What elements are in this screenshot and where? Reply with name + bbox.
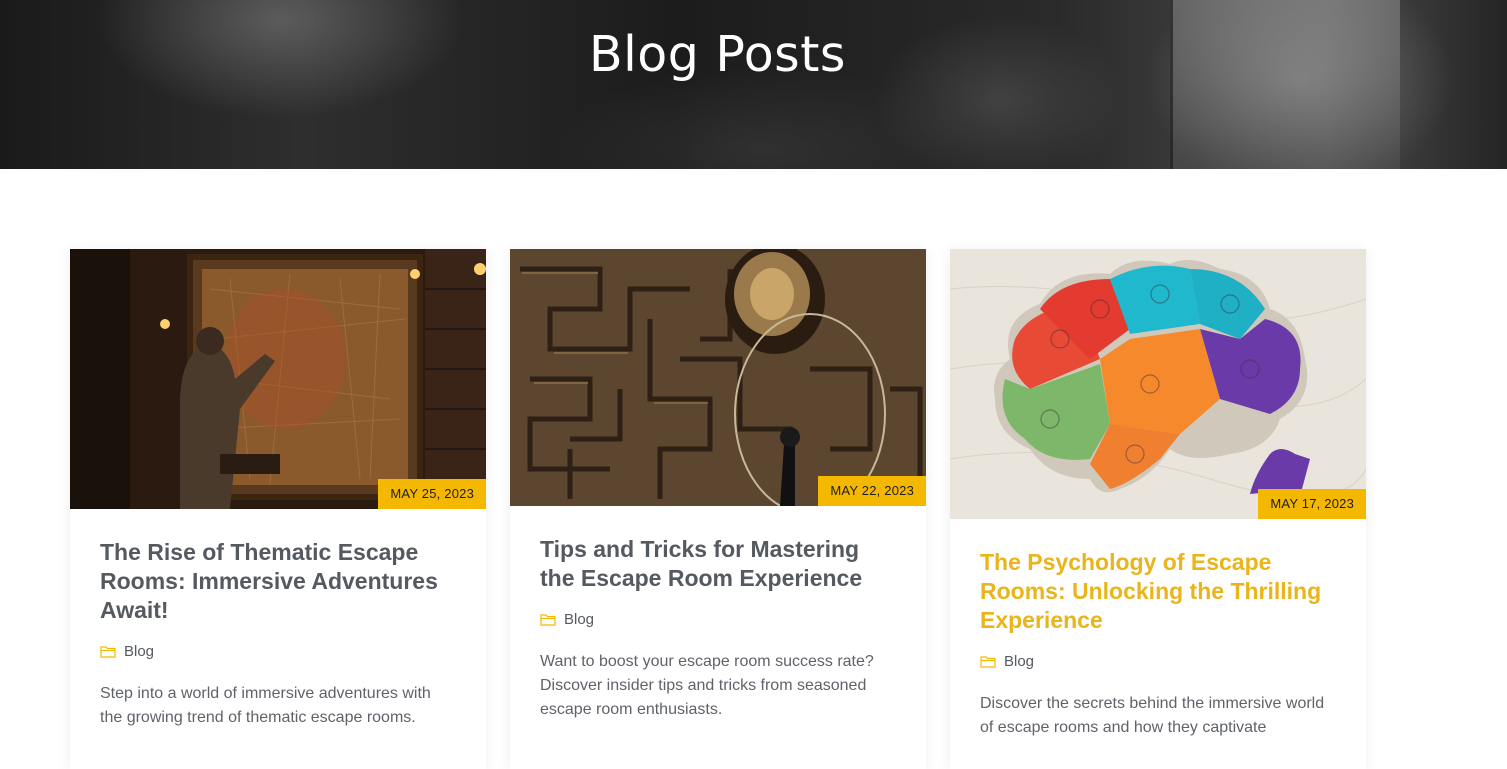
- post-category-link[interactable]: Blog: [980, 653, 1336, 670]
- post-category-label: Blog: [124, 643, 155, 660]
- post-category-link[interactable]: Blog: [540, 611, 896, 628]
- post-date-badge: MAY 22, 2023: [818, 476, 926, 506]
- post-excerpt: Discover the secrets behind the immersiv…: [980, 695, 1325, 736]
- blog-post-card: MAY 17, 2023 The Psychology of Escape Ro…: [950, 249, 1366, 769]
- post-title-link[interactable]: Tips and Tricks for Mastering the Escape…: [540, 535, 896, 593]
- post-thumbnail-map-room[interactable]: MAY 25, 2023: [70, 249, 486, 509]
- post-image: [950, 249, 1366, 519]
- post-title-link[interactable]: The Rise of Thematic Escape Rooms: Immer…: [100, 538, 456, 625]
- blog-post-card: MAY 25, 2023 The Rise of Thematic Escape…: [70, 249, 486, 769]
- page-title: Blog Posts: [589, 26, 846, 83]
- post-excerpt: Want to boost your escape room success r…: [540, 653, 874, 718]
- post-category-link[interactable]: Blog: [100, 643, 456, 660]
- post-date-badge: MAY 25, 2023: [378, 479, 486, 509]
- post-image: [70, 249, 486, 509]
- folder-icon: [980, 656, 996, 668]
- post-title-link[interactable]: The Psychology of Escape Rooms: Unlockin…: [980, 548, 1336, 635]
- post-category-label: Blog: [1004, 653, 1035, 670]
- folder-icon: [540, 614, 556, 626]
- post-image: [510, 249, 926, 506]
- post-category-label: Blog: [564, 611, 595, 628]
- page-hero-banner: ​ Blog Posts: [0, 0, 1507, 169]
- post-thumbnail-maze-lock[interactable]: MAY 22, 2023: [510, 249, 926, 506]
- folder-icon: [100, 646, 116, 658]
- blog-post-card: MAY 22, 2023 Tips and Tricks for Masteri…: [510, 249, 926, 769]
- post-excerpt: Step into a world of immersive adventure…: [100, 685, 431, 726]
- post-thumbnail-brain-puzzle[interactable]: MAY 17, 2023: [950, 249, 1366, 519]
- post-date-badge: MAY 17, 2023: [1258, 489, 1366, 519]
